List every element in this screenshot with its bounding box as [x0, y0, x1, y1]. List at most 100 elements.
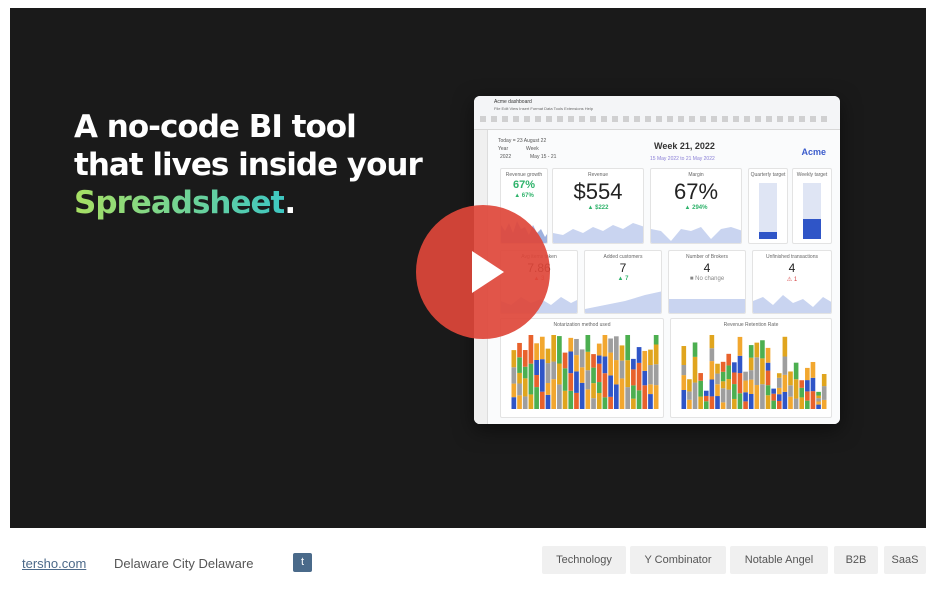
bar-segment — [596, 363, 602, 383]
bar-segment — [636, 347, 642, 363]
bar-segment — [608, 352, 613, 376]
card-title: Unfinished transactions — [766, 254, 818, 260]
bar-segment — [539, 336, 545, 360]
bar-segment — [805, 391, 810, 401]
bar-segment — [545, 394, 551, 409]
card-title: Added customers — [603, 254, 643, 260]
bar-segment — [631, 369, 636, 386]
bar-segment — [799, 397, 805, 409]
bar-segment — [551, 335, 557, 362]
week-label: Week — [526, 146, 539, 152]
bar-segment — [631, 398, 636, 409]
bar-segment — [743, 401, 748, 409]
bar-segment — [591, 398, 596, 409]
website-link[interactable]: tersho.com — [22, 556, 86, 571]
bar-segment — [648, 384, 653, 395]
bar-segment — [522, 366, 528, 379]
bar-segment — [692, 342, 698, 357]
bar-segment — [511, 397, 517, 409]
card-title: Revenue growth — [505, 172, 543, 178]
bar-segment — [771, 388, 776, 394]
year-select: 2022 — [500, 154, 512, 160]
bar-segment — [776, 373, 782, 378]
bar-segment — [816, 398, 821, 402]
bar-segment — [648, 365, 653, 385]
tag-notable-angel[interactable]: Notable Angel — [730, 546, 828, 574]
tag-saas[interactable]: SaaS — [884, 546, 926, 574]
tag-b2b[interactable]: B2B — [834, 546, 878, 574]
bar-segment — [534, 359, 539, 376]
bar-segment — [754, 357, 760, 386]
bar-segment — [619, 360, 625, 379]
bar-segment — [602, 373, 608, 398]
bar-segment — [799, 387, 805, 398]
bar-segment — [720, 402, 726, 409]
bar-segment — [720, 361, 726, 372]
date-range: 15 May 2022 to 21 May 2022 — [650, 156, 715, 162]
bar-segment — [748, 379, 754, 395]
bar-segment — [687, 399, 692, 409]
bar-segment — [765, 370, 771, 386]
bar-segment — [816, 401, 821, 405]
bar-segment — [648, 349, 653, 366]
bar-segment — [568, 390, 574, 409]
video-headline: A no-code BI tool that lives inside your… — [74, 108, 423, 222]
bar-segment — [579, 382, 585, 409]
bar-segment — [709, 379, 715, 397]
card-value: 4 — [703, 261, 711, 275]
sparkline — [669, 299, 745, 313]
sparkline — [553, 223, 643, 243]
bar-segment — [737, 393, 743, 409]
card-delta: ▲ 294% — [684, 205, 708, 211]
bar-segment — [642, 370, 648, 386]
bar-segment — [816, 404, 821, 409]
bar-segment — [539, 391, 545, 409]
bar-segment — [613, 336, 619, 361]
bar-segment — [743, 380, 748, 393]
stacked-bar-chart — [681, 335, 827, 409]
bar-segment — [517, 372, 522, 384]
bar-segment — [805, 400, 810, 409]
headline-line-2: that lives inside your — [74, 147, 423, 183]
card-delta: ▲ 67% — [514, 193, 534, 199]
bar-segment — [771, 400, 776, 409]
sheet-title: Acme dashboard — [494, 99, 532, 105]
bar-segment — [788, 371, 793, 386]
headline-period: . — [284, 185, 296, 221]
bar-segment — [534, 343, 539, 360]
headline-accent: Spreadsheet — [74, 185, 285, 221]
card-delta: ■ No change — [689, 276, 725, 282]
bar-segment — [737, 336, 743, 356]
sparkline — [753, 295, 831, 313]
bar-segment — [511, 383, 517, 398]
bar-segment — [648, 394, 653, 409]
twitter-icon[interactable]: t — [293, 553, 312, 572]
bar-segment — [771, 393, 776, 401]
bar-segment — [732, 362, 737, 373]
video-player[interactable]: A no-code BI tool that lives inside your… — [10, 8, 926, 528]
bar-segment — [765, 347, 771, 363]
card-title: Weekly target — [796, 172, 828, 178]
bar-segment — [613, 384, 619, 409]
bar-segment — [579, 349, 585, 368]
tag-y-combinator[interactable]: Y Combinator — [630, 546, 726, 574]
bar-segment — [568, 351, 574, 374]
bar-segment — [810, 361, 816, 378]
play-button[interactable] — [416, 205, 550, 339]
bar-segment — [557, 336, 562, 364]
bar-segment — [715, 373, 720, 385]
bar-segment — [687, 379, 692, 392]
bar-segment — [692, 382, 698, 409]
card-title: Revenue — [587, 172, 608, 178]
bar-segment — [517, 383, 522, 396]
bar-segment — [596, 382, 602, 393]
bar-segment — [754, 342, 760, 358]
bar-segment — [782, 336, 788, 357]
bar-segment — [574, 338, 579, 356]
bar-segment — [715, 363, 720, 374]
bar-segment — [568, 373, 574, 391]
bar-segment — [709, 348, 715, 362]
bar-segment — [743, 371, 748, 381]
tag-technology[interactable]: Technology — [542, 546, 626, 574]
bar-segment — [545, 363, 551, 384]
